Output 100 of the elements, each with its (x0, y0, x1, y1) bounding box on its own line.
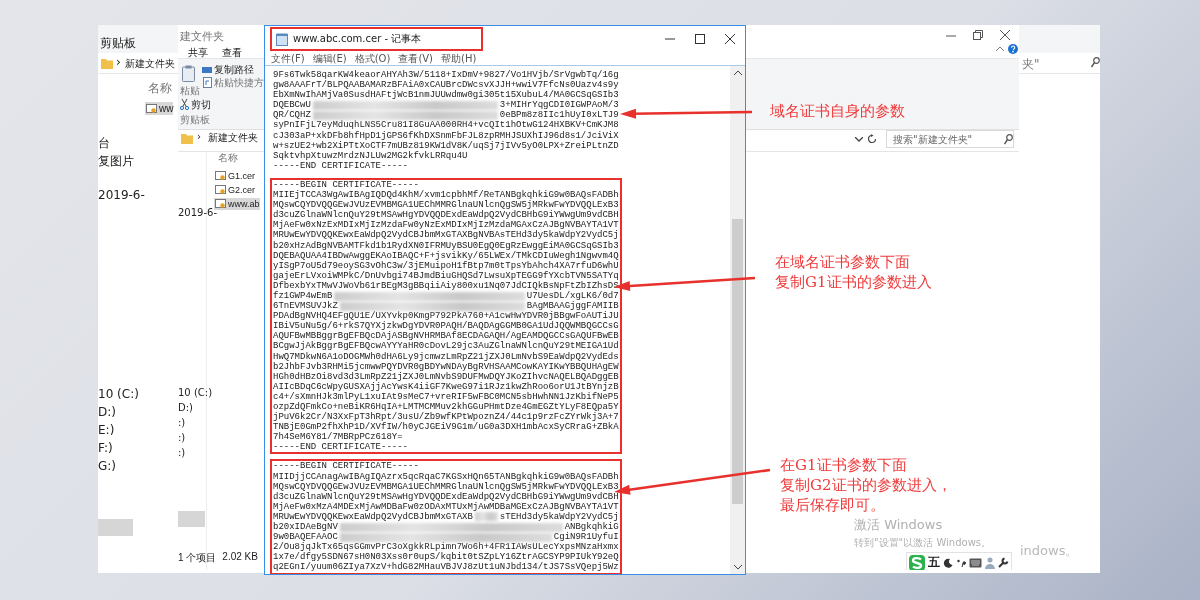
nav-item[interactable]: :) (178, 432, 186, 443)
text-line: MjAeFw0xNzExMDIxMjIzMzdaFw0yNzExMDIxMjIzMzdaMGAxCzAJBgNVBAYTA1VT (273, 220, 619, 231)
text-line: SqktvhpXtuwzMrdzNJLUw2MG2kfvkLRRqu4U (273, 150, 468, 161)
activation-title: 激活 Windows (854, 516, 944, 534)
text-line: gajeErLVxoiWMPkC/DnUvbgi74BJmdBiuGHQSd7LwsuXpTEGG9fYXcbTVN5SATYq (273, 270, 619, 281)
ribbon-group-label: 剪贴板 (100, 35, 136, 52)
text-line: ozpZdQFmkCo+neBiKR6HqIA+LMTMCMMuv2khGGuPHmtDze4GmEGZtYLyF8EQpa5Y (273, 402, 619, 412)
nav-item[interactable]: :) (178, 447, 186, 458)
text-line: DQEBAQUAA4IBDwAwggEKAoIBAQC+F+jsvikKy/65LWEx/TMkCDIuWegh1Ngwvm4Q (273, 250, 619, 261)
text-line: d3cuZGlnaWNlcnQuY29tMSAwHgYDVQQDExdEaWdpQ2VydCBHbG9iYWwgUm9vdCBH (273, 491, 619, 502)
text-line: MQswCQYDVQQGEwJVUzEVMBMGA1UEChMMRGlnaUNlcnQgSW5jMRkwFwYDVQQLExB3 (273, 481, 619, 492)
text-line: 9w0BAQEFAAOC (273, 532, 338, 543)
paste-label[interactable]: 粘贴 (180, 84, 200, 98)
nav-item[interactable]: 2019-6- (98, 188, 145, 202)
nav-item[interactable]: 10 (C:) (98, 387, 139, 401)
text-line: TNBjE0GmP2fhXhP1D/XVfIW/h0yCJGEiV9G1m/uG0a3DXH1mbAcxSyCRraG+ZBkA (273, 422, 619, 433)
text-line: fz1GWP4wEmB (273, 290, 333, 301)
ribbon-group-label: 剪贴板 (180, 113, 210, 127)
annotation-text: 在G1证书参数下面 复制G2证书的参数进入， 最后保存即可。 (780, 455, 952, 515)
text-line: jPuV6k2Cr/N3XxFpT3hRpt/3usU/Zb9wfKPtWpoznZ4/44c1p9rzFcZYrWkj3A+7 (273, 412, 619, 423)
text-line: 3+MIHrYqgCDI0IGWPAoM/3 (499, 100, 619, 111)
column-header[interactable]: 名称 (148, 80, 172, 97)
menu-item[interactable]: 查看(V) (398, 52, 434, 65)
text-line: BAgMBAAGjggFAMIIB (526, 301, 619, 312)
file-item[interactable]: www.ab (214, 198, 260, 210)
text-line: ANBgkqhkiG (564, 522, 619, 533)
text-line: d3cuZGlnaWNlcnQuY29tMSAwHgYDVQQDExdEaWdpQ2VydCBHbG9iYWwgUm9vdCBH (273, 210, 619, 221)
text-line: MQswCQYDVQQGEwJVUzEVMBMGA1UEChMMRGlnaUNlcnQgSW5jMRkwFwYDVQQLExB3 (273, 200, 619, 211)
file-item[interactable]: G1.cer (214, 170, 255, 182)
text-line: AIIcBDqC6cWpyGUSXAjjAcYwsK4iiGF7KweG97i1RJz1kwZhRoo6orU1JtBYnjzB (273, 381, 619, 392)
text-line: -----END CERTIFICATE----- (273, 160, 409, 171)
text-line: HGh0dHBzOi8vd3d3LmRpZ21jZXJ0LmNvbS9DUFMwDQYJKoZIhvcNAQELBQADggEB (273, 371, 619, 382)
nav-item[interactable]: D:) (178, 402, 193, 413)
text-line: b20xHzAdBgNVBAMTFkd1b1RydXN0IFRMUyBSU0EgQ0EgRzEwggEiMA0GCSqGSIb3 (273, 240, 619, 251)
text-line: BCgwJjAkBggrBgEFBQcwAYYYaHR0cDovL29jc3AuZGlnaWNlcnQuY29tMEIGA1Ud (273, 341, 619, 352)
text-line: U7UesDL/xgLK6/0d7 (526, 290, 619, 301)
text-line: q2EGnI/yuum06ZIya7XzV+hdG82MHauVBJVJ8zUt1uNJbd134/tJS7SsVQepj5Wz (273, 562, 619, 573)
file-item[interactable]: ww (145, 102, 174, 115)
nav-item[interactable]: G:) (98, 459, 117, 473)
text-line: 7h4SeM6Y81/7MBRpPCz618Y= (273, 432, 403, 443)
text-line: MRUwEwYDVQQKEwxEaWdpQ2VydCBJbmMxGTAXB (273, 511, 473, 522)
nav-item[interactable]: :) (178, 417, 186, 428)
annotation-text: 域名证书自身的参数 (770, 101, 905, 121)
text-line: MRUwEwYDVQQKEwxEaWdpQ2VydCBJbmMxGTAXBgNVBAsTEHd3dy5kaWdpY2VydC5j (273, 230, 619, 241)
text-line: 2/Ou8jqJkTx65qsGGmvPrC3oXgkkRLpimn7Wo6h+4FR1IAWsULecYxpsMNzaHxmx (273, 542, 619, 553)
breadcrumb-separator: › (116, 55, 121, 69)
text-line: -----BEGIN CERTIFICATE----- (273, 179, 419, 190)
nav-item[interactable]: D:) (98, 405, 116, 419)
text-line: QR/CQHZ (273, 110, 311, 121)
window-title: 建文件夹 (180, 29, 224, 44)
text-line: w+szUE2+wb2XiPTtXoCTF7mUBz819KW1dV8K/uqSj7jIVv5yO0LPX+ZreiPLtnZD (273, 140, 619, 151)
ribbon-tab[interactable]: 查看 (218, 44, 246, 62)
text-line: EbXmNwIhAMjVa0SusdHAFtjWcB1nmJUUwdmw0gi305t15XubuL4/MA0GCSqGSIb3 (273, 90, 619, 101)
menu-item[interactable]: 格式(O) (354, 52, 391, 65)
text-line: gw8AAAFrT/BLPQAABAMARzBFAiA0xCAUBrcDWcsvXJJH+wwiV7FfcNs0Uazv4s9y (273, 80, 619, 91)
status-count: 1 个项目 (178, 551, 217, 565)
text-line: -----BEGIN CERTIFICATE----- (273, 461, 419, 472)
menu-item[interactable]: 帮助(H) (441, 52, 477, 65)
paste-shortcut-label[interactable]: 粘贴快捷方 (214, 76, 264, 90)
breadcrumb[interactable]: 新建文件夹 (208, 131, 258, 145)
nav-item[interactable]: F:) (98, 441, 113, 455)
activation-subtitle: 转到"设置"以激活 Windows。 (854, 536, 992, 550)
nav-item[interactable]: 复图片 (98, 153, 134, 170)
text-line: DQEBCwU (273, 100, 311, 111)
text-line: MIIDjjCCAnagAwIBAgIQAzrx5qcRqaC7KGSxHQn65TANBgkqhkiG9w0BAQsFADBh (273, 471, 619, 482)
file-item[interactable]: G2.cer (214, 184, 255, 196)
text-line: b20xIDAeBgNV (273, 522, 338, 533)
nav-item[interactable]: 10 (C:) (178, 387, 213, 398)
text-line: 6TnEVMSUVJkZ (273, 301, 338, 312)
text-line: IBiV5uNu5g/6+rkS7QYXjzkwDgYDVR0PAQH/BAQDAgGGMB0GA1UdJQQWMBQGCCsG (273, 321, 619, 332)
menu-item[interactable]: 文件(F) (271, 52, 305, 65)
cut-label[interactable]: 剪切 (191, 98, 211, 112)
copy-path-label[interactable]: 复制路径 (214, 63, 254, 77)
text-line: yISgP7oU5d79eoySG3vOhC3w/3jEMuipoH1fBtp7m0tTpsYbAhch4XA7rfuD6whU (273, 260, 619, 271)
nav-item[interactable]: 2019-6- (178, 207, 218, 218)
menu-item[interactable]: 编辑(E) (312, 52, 347, 65)
search-field[interactable]: 搜索"新建文件夹" (886, 130, 1014, 148)
window-title: www.abc.com.cer - 记事本 (293, 32, 422, 46)
annotation-text: 在域名证书参数下面 复制G1证书的参数进入 (775, 252, 932, 292)
text-line: 9Fs6Twk58qarKW4keaorAHYAh3W/5118+IxDmV+9827/Vo1HVjb/SrVgwbTq/16g (273, 70, 619, 80)
text-line: MjAeFw0xMzA4MDExMjAwMDBaFw0zODAxMTUxMjAwMDBaMGExCzAJBgNVBAYTA1VT (273, 501, 619, 512)
text-line: AQUFBwMBBggrBgEFBQcDAjASBgNVHRMBAf8ECDAGAQH/AgEAMDQGCCsGAQUFBwEB (273, 331, 619, 342)
column-header[interactable]: 名称 (218, 151, 238, 165)
text-line: -----END CERTIFICATE----- (273, 442, 409, 453)
text-line: 0eBPm8z8IIc1hUyI0xLTJ9 (499, 110, 619, 121)
text-line: syPnIFjL7eyMduqhLNS5Cru81I8GuAA000RH4+vcQIt1hOtwG124HXBKV+CmKJM8 (273, 120, 619, 131)
text-line: CgiN9R1UyfuI (553, 532, 619, 543)
nav-item[interactable]: E:) (98, 423, 115, 437)
text-line: c4+/sXmnHJk3mlPyL1xuIAt9sMeC7+vreRIF5wFBC0MCN5sbHwhNN1JzKbifNeP5 (273, 391, 619, 402)
breadcrumb-separator: › (197, 131, 201, 142)
ribbon-tab[interactable]: 共享 (184, 44, 212, 62)
text-line: sTEHd3dy5kaWdpY2VydC5j (499, 511, 619, 522)
input-mode[interactable]: 五 (928, 554, 940, 570)
breadcrumb[interactable]: 新建文件夹 (125, 57, 175, 71)
text-line: b2JhbFJvb3RHMi5jcmwwPQYDVR0gBDYwNDAyBgRVHSAAMCowKAYIKwYBBQUHAgEW (273, 361, 619, 372)
text-line: PDAdBgNVHQ4EFgQU1E/UXYvkp0KmgP792PkA760+A1cwHwYDVR0jBBgwFoAUTiJU (273, 311, 619, 322)
search-field-text[interactable]: 夹" (1022, 56, 1040, 73)
activation-text: indows。 (1020, 542, 1079, 560)
text-line: 1x7e/dfgy5SDN67sH0N03Xss0r0upS/kqbit0tSZpLY16ZtrAGCSYP9PIUkY92eQ (273, 552, 619, 563)
nav-item[interactable]: 台 (98, 135, 110, 152)
